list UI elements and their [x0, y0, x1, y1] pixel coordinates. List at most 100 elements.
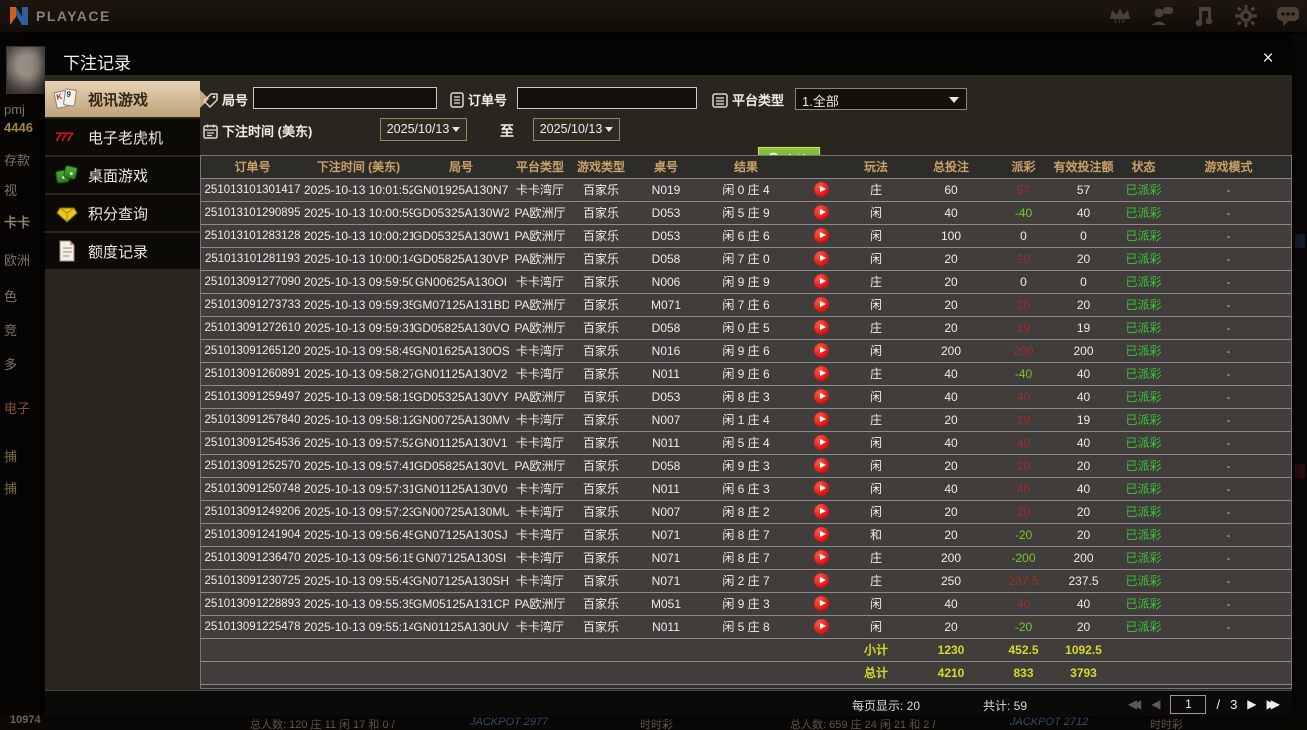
sidebar-item-label: 额度记录	[88, 243, 149, 261]
round-number-input[interactable]	[253, 87, 437, 109]
replay-video-icon[interactable]	[813, 389, 829, 405]
replay-video-icon[interactable]	[813, 182, 829, 198]
replay-video-icon[interactable]	[813, 435, 829, 451]
order-number-input[interactable]	[517, 87, 697, 109]
table-row: 251013101281193 2025-10-13 10:00:14 GD05…	[201, 247, 1291, 271]
table-footer: 每页显示: 20 共计: 59 ◀◀ ◀ / 3 ▶ ▶▶	[45, 690, 1292, 716]
table-row: 251013091254536 2025-10-13 09:57:52 GN01…	[201, 431, 1291, 455]
replay-video-icon[interactable]	[813, 251, 829, 267]
background-bottom-stats-left: 总人数: 120 庄 11 闲 17 和 0 /	[250, 719, 395, 730]
replay-video-icon[interactable]	[813, 228, 829, 244]
music-icon[interactable]	[1191, 3, 1217, 29]
customer-service-icon[interactable]	[1149, 3, 1175, 29]
platform-type-value: 1.全部	[802, 94, 839, 109]
replay-video-icon[interactable]	[813, 573, 829, 589]
replay-video-icon[interactable]	[813, 297, 829, 313]
replay-video-icon[interactable]	[813, 504, 829, 520]
replay-video-icon[interactable]	[813, 274, 829, 290]
replay-video-icon[interactable]	[813, 550, 829, 566]
platform-type-select[interactable]: 1.全部	[795, 88, 967, 110]
sidebar-item-label: 视讯游戏	[88, 91, 149, 109]
sidebar-item-table-games[interactable]: 桌面游戏	[45, 157, 200, 193]
table-row: 251013091272610 2025-10-13 09:59:31 GD05…	[201, 316, 1291, 340]
sidebar-item-points-query[interactable]: 积分查询	[45, 195, 200, 231]
next-page-icon[interactable]: ▶	[1247, 694, 1256, 714]
calendar-icon	[203, 124, 218, 142]
background-hall-duo: 多	[4, 357, 18, 372]
page-number-input[interactable]	[1170, 694, 1207, 714]
col-bet-time: 下注时间 (美东)	[304, 156, 413, 179]
total-total-bet: 4210	[901, 661, 1001, 685]
replay-video-icon[interactable]	[813, 343, 829, 359]
chat-icon[interactable]	[1275, 3, 1301, 29]
replay-video-icon[interactable]	[813, 619, 829, 635]
replay-video-icon[interactable]	[813, 320, 829, 336]
total-label: 总计	[851, 661, 901, 685]
table-row: 251013091236470 2025-10-13 09:56:15 GN07…	[201, 546, 1291, 570]
tag-icon	[202, 93, 218, 111]
document-icon	[55, 239, 79, 263]
sidebar-item-label: 桌面游戏	[88, 167, 149, 185]
replay-video-icon[interactable]	[813, 481, 829, 497]
avatar	[6, 46, 46, 94]
dialog-titlebar: 下注记录 ×	[45, 44, 1292, 75]
page-separator: /	[1216, 696, 1221, 712]
col-total-bet: 总投注	[901, 156, 1001, 179]
dominoes-icon	[54, 163, 79, 187]
col-payout: 派彩	[1001, 156, 1046, 179]
col-result: 结果	[701, 156, 791, 179]
replay-video-icon[interactable]	[813, 205, 829, 221]
list-icon	[712, 93, 728, 111]
replay-video-icon[interactable]	[813, 458, 829, 474]
replay-video-icon[interactable]	[813, 412, 829, 428]
page-count: 3	[1230, 696, 1238, 712]
date-to-picker[interactable]: 2025/10/13	[533, 118, 620, 141]
background-balance: 4446	[4, 120, 33, 135]
bet-time-label: 下注时间 (美东)	[203, 121, 312, 142]
replay-video-icon[interactable]	[813, 527, 829, 543]
date-from-picker[interactable]: 2025/10/13	[380, 118, 467, 141]
background-slots: 电子	[4, 401, 31, 416]
background-lobby-strip: pmj 4446 存款 视 卡卡 欧洲 色 竞 多 电子 捕 捕	[0, 34, 46, 716]
total-valid-bet: 3793	[1046, 661, 1121, 685]
col-table-no: 桌号	[631, 156, 701, 179]
replay-video-icon[interactable]	[813, 596, 829, 612]
chevron-down-icon	[605, 127, 614, 132]
table-row: 251013091241904 2025-10-13 09:56:45 GN07…	[201, 523, 1291, 547]
background-hall-jing: 竞	[4, 323, 18, 338]
background-jackpot-right: JACKPOT 2712	[1010, 716, 1089, 728]
background-deposit: 存款	[4, 153, 31, 168]
brand-text: PLAYACE	[36, 8, 111, 24]
per-page-label: 每页显示: 20	[852, 699, 921, 713]
table-row: 251013091260891 2025-10-13 09:58:27 GN01…	[201, 362, 1291, 386]
col-status: 状态	[1121, 156, 1166, 179]
background-video-tab: 视	[4, 183, 18, 198]
last-page-icon[interactable]: ▶▶	[1267, 694, 1281, 714]
dialog-sidebar: K9 视讯游戏 777 电子老虎机 桌面游戏 积分查询 额度记录	[45, 81, 209, 271]
sidebar-item-label: 电子老虎机	[88, 129, 164, 147]
table-row: 251013101290895 2025-10-13 10:00:59 GD05…	[201, 201, 1291, 225]
platform-type-label: 平台类型	[712, 90, 784, 111]
subtotal-payout: 452.5	[1001, 638, 1046, 662]
close-icon[interactable]: ×	[1256, 47, 1280, 71]
sidebar-item-slots[interactable]: 777 电子老虎机	[45, 119, 200, 155]
vip-icon[interactable]: VIP	[1107, 3, 1133, 29]
prev-page-icon[interactable]: ◀	[1151, 694, 1160, 714]
bet-records-table: 订单号 下注时间 (美东) 局号 平台类型 游戏类型 桌号 结果 玩法 总投注 …	[200, 155, 1292, 689]
round-number-label: 局号	[202, 90, 248, 111]
total-count-label: 共计: 59	[983, 699, 1028, 713]
table-row: 251013091250748 2025-10-13 09:57:31 GN01…	[201, 477, 1291, 501]
replay-video-icon[interactable]	[813, 366, 829, 382]
background-bottom-number: 10974	[10, 714, 41, 726]
brand-logo-icon	[8, 5, 30, 27]
background-jackpot-left: JACKPOT 2977	[470, 716, 549, 728]
settings-gear-icon[interactable]	[1233, 3, 1259, 29]
background-bottom-strip: 10974 总人数: 120 庄 11 闲 17 和 0 / JACKPOT 2…	[0, 714, 1307, 730]
subtotal-valid-bet: 1092.5	[1046, 638, 1121, 662]
first-page-icon[interactable]: ◀◀	[1128, 694, 1142, 714]
sidebar-item-video-games[interactable]: K9 视讯游戏	[45, 81, 209, 117]
slot-machine-icon: 777	[55, 130, 73, 144]
bet-records-dialog: 下注记录 × K9 视讯游戏 777 电子老虎机 桌面游戏 积分查询 额度记录 …	[45, 44, 1292, 716]
sidebar-item-quota-records[interactable]: 额度记录	[45, 233, 200, 269]
col-game-mode: 游戏模式	[1166, 156, 1291, 179]
